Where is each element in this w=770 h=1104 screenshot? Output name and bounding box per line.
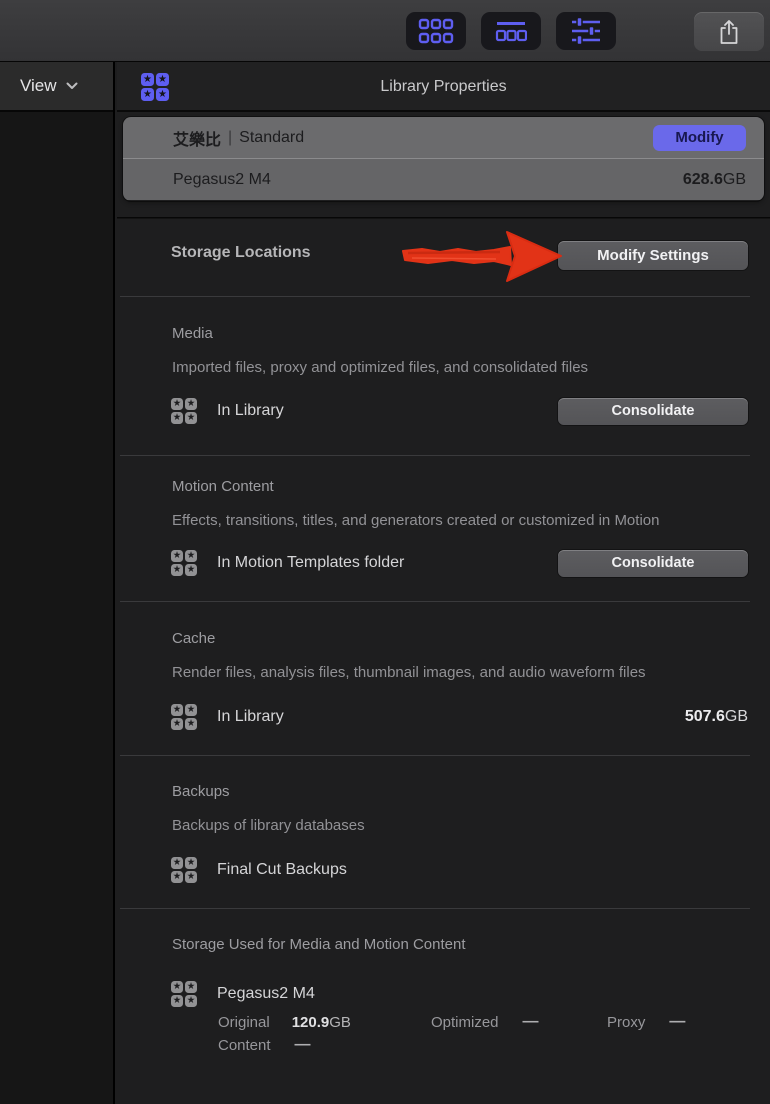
modify-settings-button[interactable]: Modify Settings (558, 241, 748, 270)
stat-original: Original 120.9GB (218, 1012, 351, 1032)
library-icon: ★★★★ (171, 398, 197, 424)
library-icon: ★★★★ (171, 981, 197, 1007)
consolidate-motion-button[interactable]: Consolidate (558, 550, 748, 577)
cache-location-value: In Library (217, 708, 284, 726)
share-button[interactable] (694, 12, 764, 51)
cache-section-description: Render files, analysis files, thumbnail … (172, 663, 646, 683)
library-name: 艾樂比 (173, 126, 221, 150)
inspector-view-button[interactable] (556, 12, 616, 50)
stat-proxy-value: — (669, 1013, 685, 1031)
divider (120, 755, 750, 756)
drive-size: 628.6GB (683, 171, 746, 189)
filmstrip-view-icon (495, 20, 527, 43)
consolidate-media-button[interactable]: Consolidate (558, 398, 748, 425)
stat-proxy-label: Proxy (607, 1014, 645, 1031)
stat-content: Content — (218, 1035, 311, 1055)
stat-content-label: Content (218, 1037, 271, 1054)
view-dropdown-label: View (20, 76, 57, 96)
motion-location-row: ★★★★ In Motion Templates folder Consolid… (171, 548, 748, 578)
storage-used-drive-row: ★★★★ Pegasus2 M4 (171, 979, 748, 1009)
section-groove (117, 217, 770, 219)
library-icon: ★★★★ (171, 704, 197, 730)
library-icon: ★★★★ (171, 550, 197, 576)
divider (120, 455, 750, 456)
motion-location-value: In Motion Templates folder (217, 554, 404, 572)
stat-proxy: Proxy — (607, 1012, 685, 1032)
view-dropdown[interactable]: View (0, 62, 113, 112)
stat-optimized-value: — (523, 1013, 539, 1031)
drive-name: Pegasus2 M4 (173, 171, 271, 189)
library-type: Standard (239, 129, 304, 147)
library-card: 艾樂比 | Standard Modify Pegasus2 M4 628.6G… (123, 117, 764, 201)
grid-view-icon (418, 18, 454, 45)
storage-used-drive-name: Pegasus2 M4 (217, 985, 315, 1003)
stat-original-value: 120.9GB (292, 1014, 351, 1031)
share-icon (718, 19, 740, 45)
divider (120, 908, 750, 909)
storage-locations-title: Storage Locations (171, 244, 311, 262)
divider (120, 601, 750, 602)
panel-header: ★★★★ Library Properties (117, 62, 770, 112)
library-properties-window: View ★★★★ Library Properties 艾樂比 | Stand… (0, 0, 770, 1104)
sidebar: View (0, 62, 115, 1104)
backups-section-title: Backups (172, 782, 230, 802)
media-location-value: In Library (217, 402, 284, 420)
top-toolbar (0, 0, 770, 62)
divider (120, 296, 750, 297)
library-drive-row[interactable]: Pegasus2 M4 628.6GB (123, 159, 764, 200)
library-name-row[interactable]: 艾樂比 | Standard Modify (123, 117, 764, 159)
motion-section-title: Motion Content (172, 477, 274, 497)
backups-section-description: Backups of library databases (172, 816, 365, 836)
modify-button[interactable]: Modify (653, 125, 746, 151)
backups-location-value: Final Cut Backups (217, 861, 347, 879)
chevron-down-icon (66, 82, 78, 90)
motion-section-description: Effects, transitions, titles, and genera… (172, 511, 659, 531)
stat-optimized-label: Optimized (431, 1014, 499, 1031)
cache-size: 507.6GB (685, 708, 748, 726)
cache-location-row: ★★★★ In Library 507.6GB (171, 702, 748, 732)
backups-location-row: ★★★★ Final Cut Backups (171, 855, 748, 885)
filmstrip-view-button[interactable] (481, 12, 541, 50)
stat-original-label: Original (218, 1014, 270, 1031)
media-section-description: Imported files, proxy and optimized file… (172, 358, 588, 378)
media-section-title: Media (172, 324, 213, 344)
cache-section-title: Cache (172, 629, 215, 649)
library-icon: ★★★★ (171, 857, 197, 883)
media-location-row: ★★★★ In Library Consolidate (171, 396, 748, 426)
stat-content-value: — (295, 1036, 311, 1054)
library-properties-panel: ★★★★ Library Properties 艾樂比 | Standard M… (117, 62, 770, 1104)
sliders-icon (570, 17, 602, 45)
panel-title: Library Properties (117, 62, 770, 112)
storage-used-title: Storage Used for Media and Motion Conten… (172, 935, 466, 955)
grid-view-button[interactable] (406, 12, 466, 50)
red-arrow-annotation (400, 226, 566, 290)
view-mode-buttons (406, 12, 616, 50)
stat-optimized: Optimized — (431, 1012, 539, 1032)
name-separator: | (228, 129, 232, 147)
